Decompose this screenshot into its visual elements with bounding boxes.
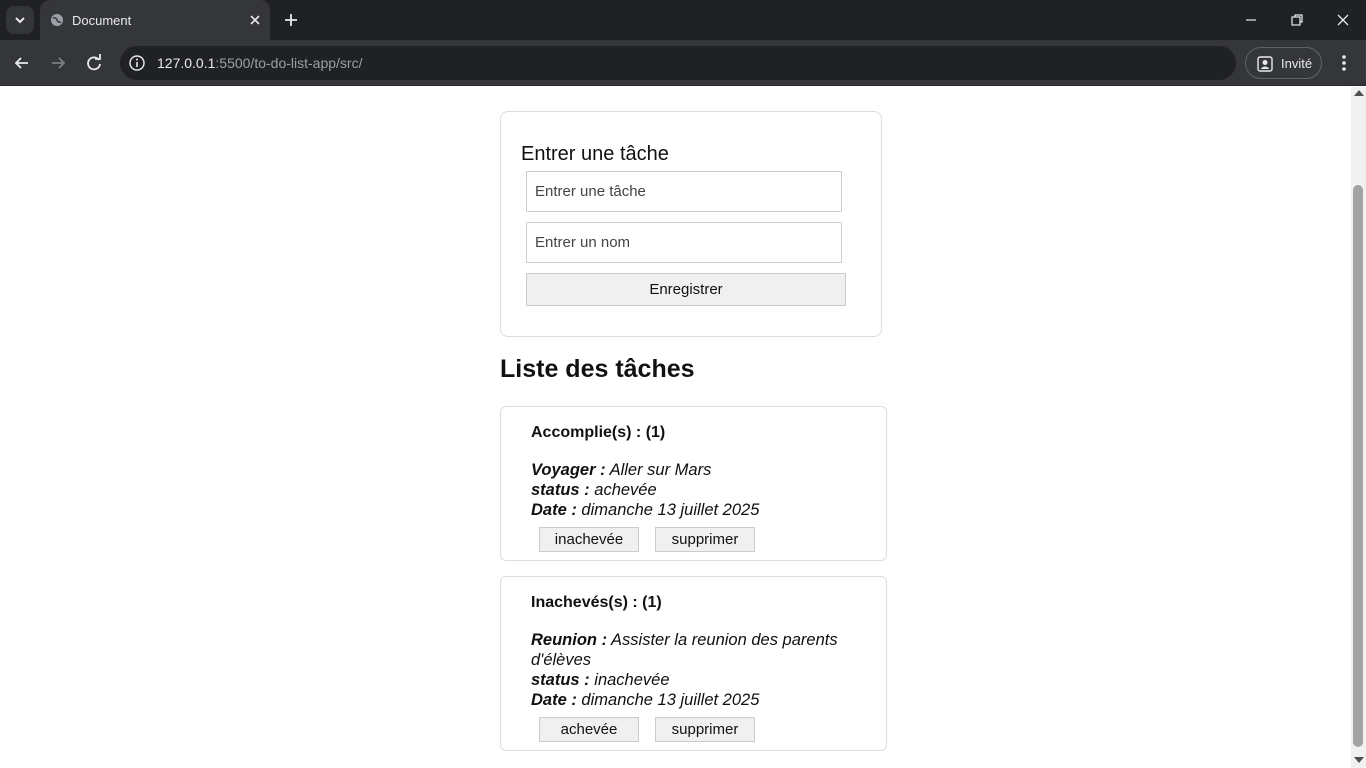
status-label: status :: [531, 671, 590, 689]
scroll-down-arrow-icon[interactable]: [1354, 757, 1364, 763]
task-status-line: status : achevée: [531, 480, 861, 500]
scroll-up-arrow-icon[interactable]: [1354, 90, 1364, 96]
mark-complete-button[interactable]: achevée: [539, 717, 639, 742]
url-host: 127.0.0.1: [157, 55, 216, 71]
arrow-left-icon[interactable]: [11, 52, 33, 74]
task-description-line: Reunion : Assister la reunion des parent…: [531, 630, 861, 670]
profile-icon: [1257, 56, 1273, 72]
url-text: 127.0.0.1:5500/to-do-list-app/src/: [157, 55, 362, 71]
reload-icon[interactable]: [83, 52, 105, 74]
task-input[interactable]: [526, 171, 842, 212]
incomplete-tasks-card: Inachevés(s) : (1) Reunion : Assister la…: [500, 576, 887, 751]
chevron-down-icon: [15, 17, 25, 24]
task-date-line: Date : dimanche 13 juillet 2025: [531, 500, 861, 520]
date-label: Date :: [531, 691, 577, 709]
status-value: achevée: [589, 481, 657, 499]
scroll-thumb[interactable]: [1353, 185, 1363, 747]
task-list-heading: Liste des tâches: [500, 355, 695, 383]
profile-button[interactable]: Invité: [1245, 47, 1322, 79]
status-value: inachevée: [589, 671, 670, 689]
save-button[interactable]: Enregistrer: [526, 273, 846, 306]
page-scrollbar[interactable]: [1351, 87, 1366, 768]
mark-incomplete-button[interactable]: inachevée: [539, 527, 639, 552]
status-label: status :: [531, 481, 590, 499]
task-description-line: Voyager : Aller sur Mars: [531, 460, 861, 480]
form-title: Entrer une tâche: [521, 143, 669, 165]
browser-tab[interactable]: Document: [40, 0, 270, 40]
task-form: Entrer une tâche Enregistrer: [500, 111, 882, 337]
delete-button[interactable]: supprimer: [655, 717, 755, 742]
incomplete-count-title: Inachevés(s) : (1): [531, 594, 662, 611]
task-item: Voyager : Aller sur Mars status : achevé…: [531, 460, 861, 520]
arrow-right-icon[interactable]: [47, 52, 69, 74]
completed-count-title: Accomplie(s) : (1): [531, 424, 666, 441]
task-status-line: status : inachevée: [531, 670, 861, 690]
browser-toolbar: 127.0.0.1:5500/to-do-list-app/src/ Invit…: [0, 40, 1366, 86]
completed-tasks-card: Accomplie(s) : (1) Voyager : Aller sur M…: [500, 406, 887, 561]
kebab-icon[interactable]: [1334, 52, 1354, 74]
plus-icon[interactable]: [282, 11, 300, 29]
task-name: Reunion :: [531, 631, 608, 649]
address-bar[interactable]: 127.0.0.1:5500/to-do-list-app/src/: [120, 46, 1236, 80]
task-description: Aller sur Mars: [605, 461, 712, 479]
name-input[interactable]: [526, 222, 842, 263]
task-name: Voyager :: [531, 461, 606, 479]
date-value: dimanche 13 juillet 2025: [576, 501, 760, 519]
window-close-icon[interactable]: [1333, 10, 1353, 30]
delete-button[interactable]: supprimer: [655, 527, 755, 552]
tab-title: Document: [72, 13, 132, 28]
date-value: dimanche 13 juillet 2025: [576, 691, 760, 709]
url-path: :5500/to-do-list-app/src/: [215, 55, 363, 71]
restore-icon[interactable]: [1287, 10, 1307, 30]
profile-label: Invité: [1281, 56, 1313, 71]
info-icon[interactable]: [128, 54, 146, 72]
tab-search-button[interactable]: [6, 6, 34, 34]
globe-icon: [51, 14, 63, 26]
minimize-icon[interactable]: [1241, 10, 1261, 30]
page-viewport: Entrer une tâche Enregistrer Liste des t…: [0, 87, 1351, 768]
date-label: Date :: [531, 501, 577, 519]
browser-titlebar: Document: [0, 0, 1366, 40]
close-icon[interactable]: [247, 12, 263, 28]
task-date-line: Date : dimanche 13 juillet 2025: [531, 690, 861, 710]
task-item: Reunion : Assister la reunion des parent…: [531, 630, 861, 710]
